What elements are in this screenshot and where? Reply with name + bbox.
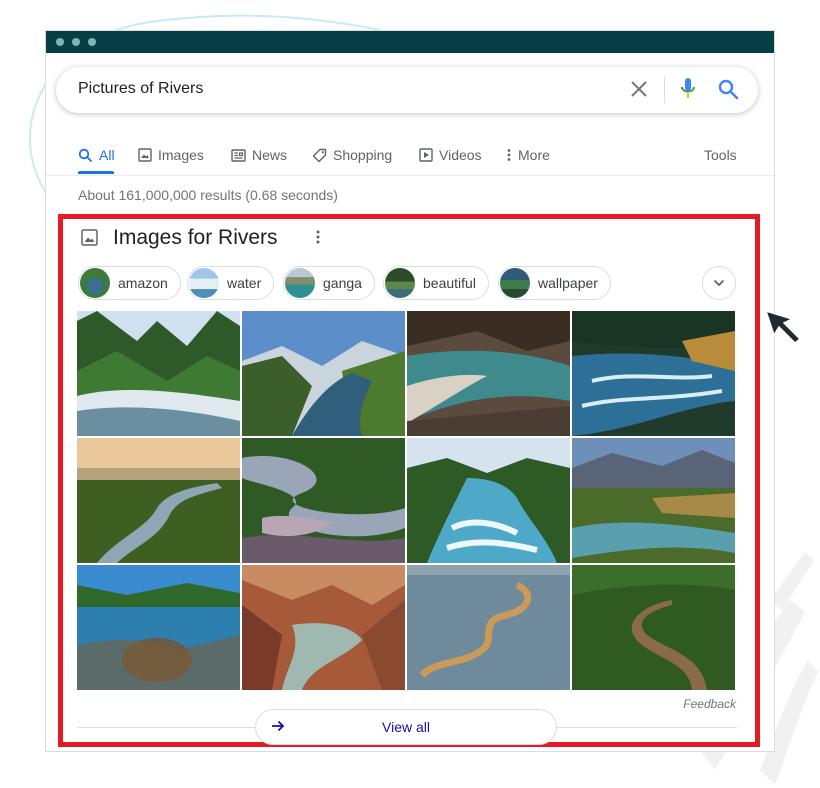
image-result[interactable] — [242, 311, 405, 436]
search-icon[interactable] — [717, 78, 739, 100]
chip-beautiful[interactable]: beautiful — [383, 266, 489, 300]
chip-thumbnail — [80, 268, 110, 298]
chip-label: amazon — [118, 275, 168, 291]
more-vert-icon[interactable] — [315, 229, 321, 245]
chip-thumbnail — [189, 268, 219, 298]
tab-videos[interactable]: Videos — [419, 143, 482, 167]
tools-button[interactable]: Tools — [704, 143, 737, 167]
tab-news[interactable]: News — [231, 143, 287, 167]
chip-label: beautiful — [423, 275, 476, 291]
tab-label: Shopping — [333, 147, 393, 163]
tag-icon — [312, 148, 327, 162]
tab-label: All — [99, 147, 115, 163]
chip-thumbnail — [385, 268, 415, 298]
section-title: Images for Rivers — [113, 226, 278, 249]
tab-label: More — [518, 147, 550, 163]
chips-expand-button[interactable] — [702, 266, 736, 300]
image-result[interactable] — [242, 438, 405, 563]
tab-shopping[interactable]: Shopping — [312, 143, 392, 167]
search-box[interactable]: Pictures of Rivers — [56, 67, 758, 113]
tools-label: Tools — [704, 147, 737, 163]
window-dot-minimize[interactable] — [72, 38, 80, 46]
image-result[interactable] — [407, 311, 570, 436]
images-section: Images for Rivers amazon water ganga bea… — [58, 214, 760, 747]
search-tabs: All Images News Shopping Videos More Too… — [46, 135, 774, 176]
close-icon[interactable] — [629, 79, 649, 99]
image-result[interactable] — [407, 565, 570, 690]
view-all-button[interactable]: View all — [255, 709, 557, 745]
search-divider — [664, 77, 665, 103]
chip-label: ganga — [323, 275, 362, 291]
result-stats: About 161,000,000 results (0.68 seconds) — [78, 187, 338, 203]
feedback-link[interactable]: Feedback — [683, 697, 736, 711]
image-icon — [81, 229, 98, 246]
more-vert-icon — [507, 149, 511, 161]
tab-all[interactable]: All — [78, 143, 115, 167]
image-result[interactable] — [572, 311, 735, 436]
news-icon — [231, 148, 246, 162]
chip-amazon[interactable]: amazon — [78, 266, 181, 300]
chip-water[interactable]: water — [187, 266, 275, 300]
tab-images[interactable]: Images — [138, 143, 204, 167]
image-result[interactable] — [77, 438, 240, 563]
image-result[interactable] — [77, 565, 240, 690]
chip-thumbnail — [500, 268, 530, 298]
image-result[interactable] — [407, 438, 570, 563]
window-titlebar — [46, 31, 774, 53]
image-result[interactable] — [242, 565, 405, 690]
search-input[interactable]: Pictures of Rivers — [78, 80, 203, 98]
view-all-label: View all — [382, 719, 430, 735]
window-dot-close[interactable] — [56, 38, 64, 46]
image-icon — [138, 148, 152, 162]
tab-more[interactable]: More — [506, 143, 550, 167]
tab-label: News — [252, 147, 288, 163]
play-icon — [419, 148, 433, 162]
chevron-down-icon — [713, 279, 725, 287]
cursor-arrow-icon — [764, 309, 802, 345]
image-result[interactable] — [572, 438, 735, 563]
chip-label: water — [227, 275, 262, 291]
image-result[interactable] — [572, 565, 735, 690]
search-icon — [78, 148, 93, 162]
microphone-icon[interactable] — [680, 77, 696, 101]
tab-label: Images — [158, 147, 204, 163]
tab-label: Videos — [439, 147, 482, 163]
active-tab-indicator — [78, 171, 114, 174]
chip-wallpaper[interactable]: wallpaper — [498, 266, 611, 300]
chip-ganga[interactable]: ganga — [283, 266, 375, 300]
chip-label: wallpaper — [538, 275, 598, 291]
chip-thumbnail — [285, 268, 315, 298]
image-result[interactable] — [77, 311, 240, 436]
window-dot-maximize[interactable] — [88, 38, 96, 46]
